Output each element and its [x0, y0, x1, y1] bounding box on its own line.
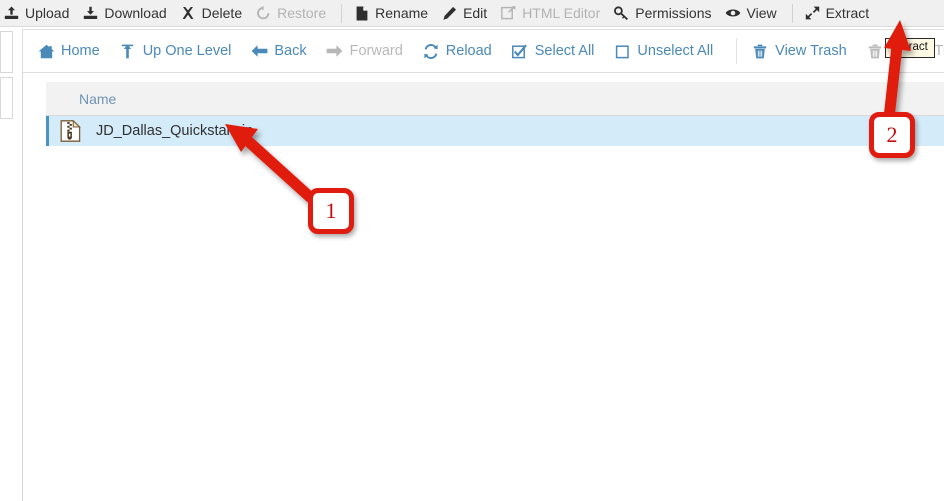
html-editor-icon: [500, 6, 517, 21]
nav-divider-1: [736, 38, 738, 64]
download-label: Download: [104, 5, 167, 21]
rename-button[interactable]: Rename: [353, 0, 441, 27]
view-trash-button[interactable]: View Trash: [751, 29, 862, 73]
file-list-panel: Name JD_Dallas_Quickstar.zip: [22, 73, 944, 501]
navigation-toolbar: Home Up One Level Back Forward Reload Se…: [22, 29, 944, 73]
up-one-level-button[interactable]: Up One Level: [119, 29, 248, 73]
extract-label: Extract: [825, 5, 870, 21]
up-one-level-label: Up One Level: [142, 43, 232, 59]
file-list-header: Name: [46, 82, 944, 116]
home-icon: [37, 43, 55, 59]
file-actions-toolbar: Upload Download Delete Restore Rename Ed…: [0, 0, 944, 27]
arrow-right-icon: [326, 43, 344, 59]
up-level-icon: [119, 43, 137, 59]
restore-label: Restore: [277, 5, 327, 21]
extract-button[interactable]: Extract: [804, 0, 883, 27]
annotation-badge-1: 1: [308, 188, 354, 234]
permissions-button[interactable]: Permissions: [613, 0, 724, 27]
edit-button[interactable]: Edit: [441, 0, 500, 27]
key-icon: [613, 6, 630, 21]
extract-tooltip: Extract: [885, 38, 935, 58]
rail-panel-top: [0, 31, 13, 73]
column-header-name[interactable]: Name: [79, 91, 116, 107]
upload-button[interactable]: Upload: [3, 0, 82, 27]
permissions-label: Permissions: [635, 5, 712, 21]
file-name-label: JD_Dallas_Quickstar.zip: [96, 123, 254, 139]
reload-label: Reload: [445, 43, 492, 59]
download-icon: [82, 6, 99, 21]
checkbox-checked-icon: [511, 43, 529, 59]
restore-icon: [255, 6, 272, 21]
table-row[interactable]: JD_Dallas_Quickstar.zip: [46, 116, 944, 146]
view-button[interactable]: View: [725, 0, 790, 27]
delete-button[interactable]: Delete: [180, 0, 255, 27]
select-all-button[interactable]: Select All: [511, 29, 611, 73]
rail-panel-bottom: [0, 77, 13, 119]
annotation-badge-2: 2: [869, 112, 915, 158]
select-all-label: Select All: [534, 43, 595, 59]
forward-button: Forward: [326, 29, 419, 73]
html-editor-button: HTML Editor: [500, 0, 613, 27]
view-trash-label: View Trash: [775, 43, 847, 59]
edit-label: Edit: [463, 5, 488, 21]
rename-file-icon: [353, 6, 370, 21]
zip-file-icon: [59, 120, 81, 142]
toolbar-divider-1: [341, 3, 343, 23]
rename-label: Rename: [375, 5, 429, 21]
delete-x-icon: [180, 6, 197, 21]
back-label: Back: [274, 43, 307, 59]
html-editor-label: HTML Editor: [522, 5, 601, 21]
toolbar-divider-2: [791, 3, 793, 23]
forward-label: Forward: [349, 43, 403, 59]
reload-icon: [422, 43, 440, 59]
left-rail: [0, 29, 22, 501]
eye-icon: [725, 6, 742, 21]
home-button[interactable]: Home: [37, 29, 116, 73]
restore-button: Restore: [255, 0, 339, 27]
extract-icon: [804, 6, 821, 21]
unselect-all-button[interactable]: Unselect All: [613, 29, 729, 73]
upload-icon: [3, 6, 20, 21]
checkbox-empty-icon: [613, 43, 631, 59]
download-button[interactable]: Download: [82, 0, 179, 27]
edit-pencil-icon: [441, 6, 458, 21]
back-button[interactable]: Back: [250, 29, 322, 73]
view-label: View: [746, 5, 777, 21]
unselect-all-label: Unselect All: [637, 43, 714, 59]
upload-label: Upload: [25, 5, 70, 21]
arrow-left-icon: [250, 43, 268, 59]
delete-label: Delete: [201, 5, 243, 21]
home-label: Home: [61, 43, 100, 59]
trash-icon: [866, 43, 884, 59]
trash-icon: [751, 43, 769, 59]
file-manager-screen: Upload Download Delete Restore Rename Ed…: [0, 0, 944, 501]
reload-button[interactable]: Reload: [422, 29, 508, 73]
